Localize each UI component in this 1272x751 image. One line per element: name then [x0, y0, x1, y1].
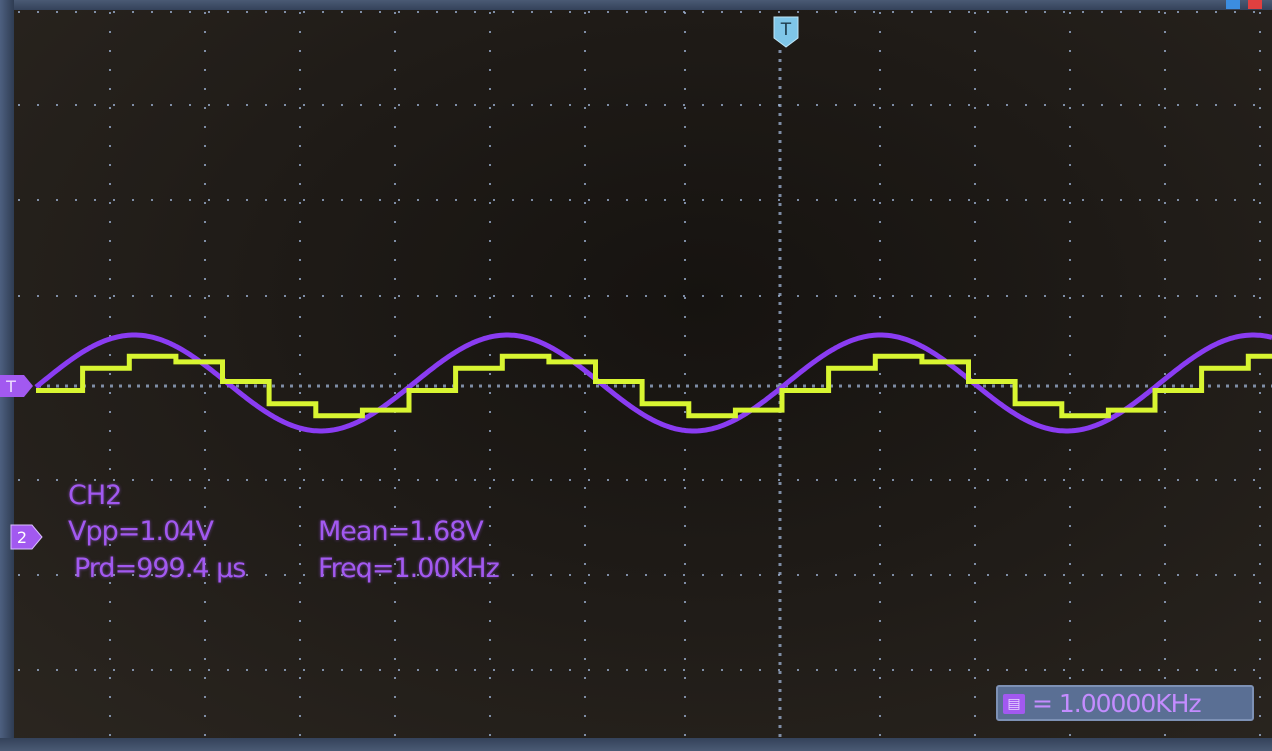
- measure-period: Prd=999.4 µs: [74, 553, 246, 584]
- oscilloscope-screen: T T 2 CH2 Vpp=1.04V Mean=1.68V Prd=999.4…: [0, 0, 1272, 751]
- channel-2-marker-label: 2: [17, 528, 27, 547]
- status-corner-icon: [1226, 0, 1262, 9]
- measure-channel-label: CH2: [68, 480, 122, 511]
- graticule-center-axes: [38, 50, 1272, 738]
- measure-mean: Mean=1.68V: [318, 516, 484, 547]
- measure-vpp: Vpp=1.04V: [68, 516, 214, 547]
- trigger-level-marker[interactable]: T: [0, 374, 34, 398]
- frequency-counter-value: = 1.00000KHz: [1032, 689, 1202, 718]
- frequency-counter-icon: ▤: [1003, 694, 1025, 714]
- graticule-grid: [18, 11, 1272, 738]
- trigger-position-marker[interactable]: T: [773, 16, 799, 48]
- trigger-top-label: T: [780, 20, 792, 40]
- screen-bezel-bottom: [0, 738, 1272, 751]
- channel-1-waveform: [36, 353, 1272, 419]
- frequency-counter-box: ▤ = 1.00000KHz: [996, 685, 1254, 721]
- screen-bezel-top: [0, 0, 1272, 10]
- trigger-left-label: T: [5, 377, 16, 396]
- channel-2-offset-marker[interactable]: 2: [8, 523, 44, 551]
- measure-frequency: Freq=1.00KHz: [318, 553, 500, 584]
- waveform-display: [18, 11, 1272, 738]
